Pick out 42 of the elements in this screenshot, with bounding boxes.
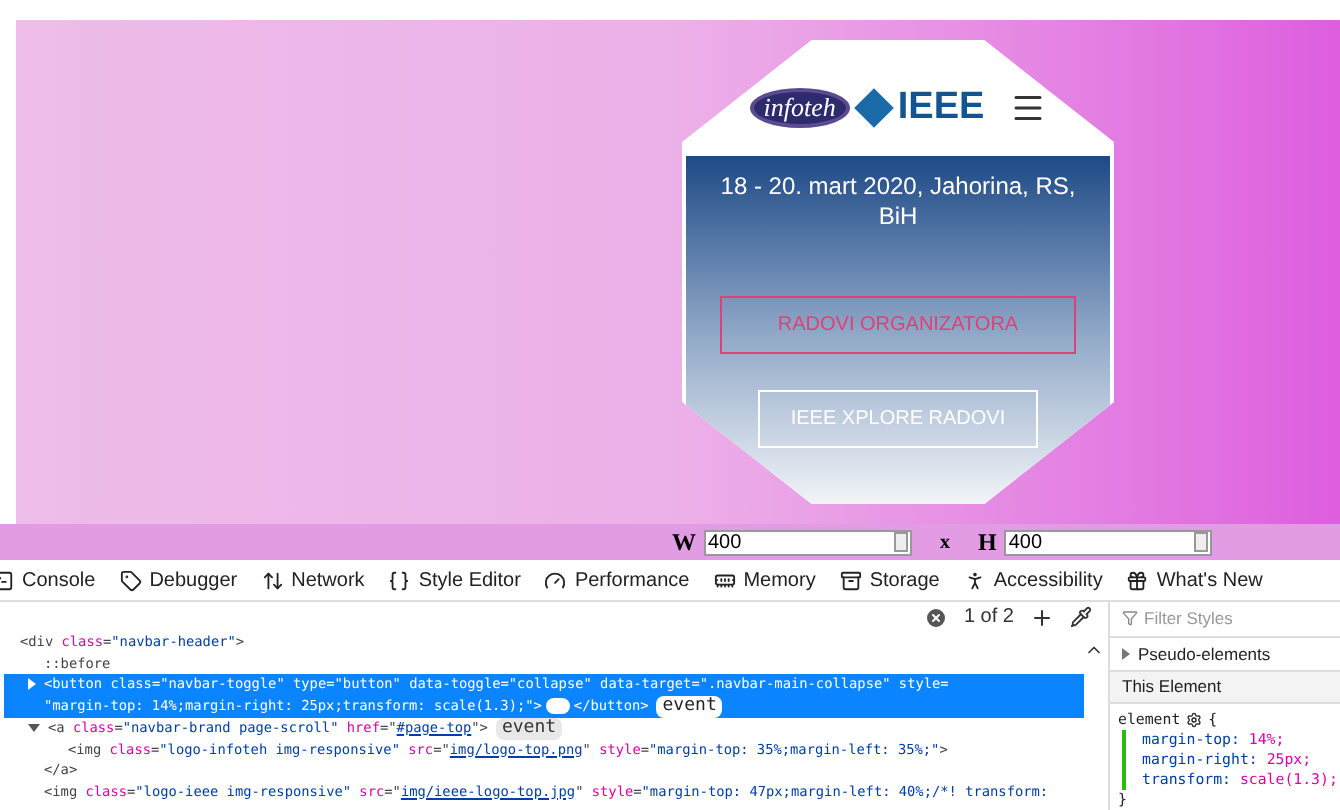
gift-icon	[1126, 569, 1149, 591]
devtools-tab[interactable]: What's New	[1126, 560, 1263, 600]
filter-icon	[1122, 610, 1138, 627]
braces-icon	[388, 569, 411, 591]
section-title: This Element	[1110, 672, 1340, 704]
collapse-arrow-icon[interactable]	[28, 724, 40, 732]
devtools-tab[interactable]: Style Editor	[388, 560, 521, 600]
height-label: H	[978, 526, 997, 560]
gauge-icon	[544, 569, 567, 591]
width-field[interactable]: 400	[704, 529, 912, 555]
section-header[interactable]: Pseudo-elements	[1138, 641, 1271, 667]
spinner-icon[interactable]	[1194, 532, 1209, 552]
devtools-tab[interactable]: Memory	[713, 560, 816, 600]
archive-icon	[839, 569, 862, 591]
event-badge[interactable]: event	[656, 695, 723, 717]
match-count: 1 of 2	[963, 604, 1014, 632]
expand-arrow-icon[interactable]	[1122, 647, 1130, 660]
memory-chip-icon	[713, 569, 736, 591]
logo-text: IEEE	[897, 88, 985, 128]
settings-icon[interactable]	[1186, 712, 1203, 728]
tag-icon	[119, 569, 142, 591]
logo-oval: infoteh	[749, 88, 850, 128]
up-down-arrows-icon	[261, 569, 284, 591]
height-field[interactable]: 400	[1004, 529, 1213, 555]
event-date: 18 - 20. mart 2020, Jahorina, RS, BiH	[718, 172, 1078, 232]
ellipsis-icon[interactable]	[545, 698, 570, 714]
devtools-tab[interactable]: Storage	[839, 560, 940, 600]
devtools-tab[interactable]: Console	[0, 560, 96, 600]
times-label: x	[940, 529, 950, 557]
add-node-icon[interactable]	[1030, 605, 1054, 629]
devtools-tab[interactable]: Network	[261, 560, 365, 600]
filter-styles-field[interactable]: Filter Styles	[1110, 602, 1340, 638]
devtools-tab[interactable]: Performance	[544, 560, 690, 600]
menu-icon[interactable]	[1010, 90, 1047, 126]
eyedropper-icon[interactable]	[1070, 606, 1092, 628]
event-badge[interactable]: event	[495, 717, 563, 739]
devtools-tab[interactable]: Accessibility	[963, 560, 1103, 600]
clear-search-icon[interactable]	[923, 605, 948, 629]
person-icon	[963, 569, 986, 591]
devtools-tab[interactable]: Debugger	[119, 560, 238, 600]
filter-input[interactable]: Filter Styles	[1144, 605, 1304, 632]
width-label: W	[672, 526, 696, 560]
